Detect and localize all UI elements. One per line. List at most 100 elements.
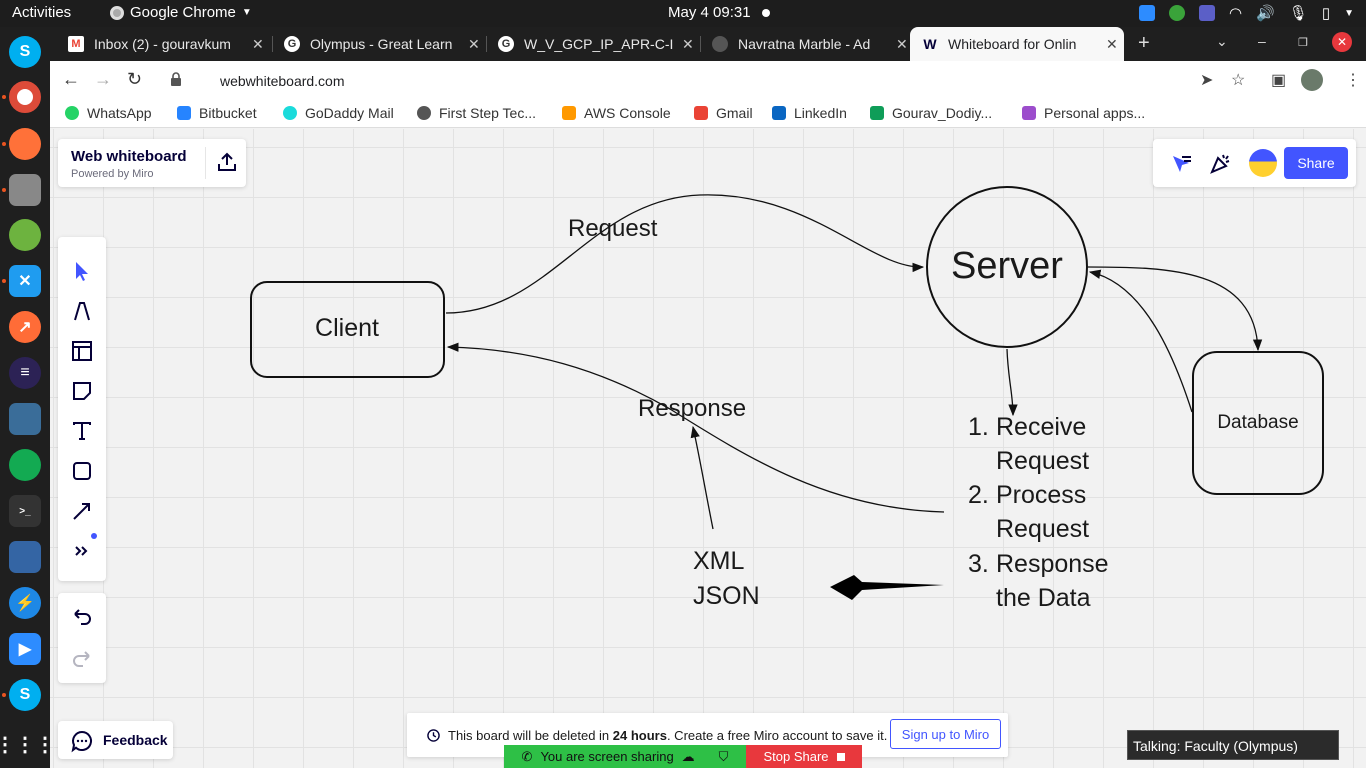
system-top-bar: Activities Google Chrome ▼ May 4 09:31 ◠… (0, 0, 1366, 27)
tab-navratna[interactable]: Navratna Marble - Ad ✕ (700, 27, 910, 61)
redo-icon[interactable] (71, 648, 93, 670)
bookmark-label: Gourav_Dodiy... (892, 105, 993, 121)
wifi-icon[interactable]: ◠ (1229, 4, 1242, 22)
activities-button[interactable]: Activities (12, 4, 71, 21)
request-arrow[interactable] (445, 194, 925, 314)
zoom-tray-icon[interactable] (1139, 5, 1155, 21)
arrow-connector-icon[interactable] (70, 499, 94, 523)
close-icon[interactable]: ✕ (682, 36, 694, 53)
system-tray[interactable]: ◠ 🔊 🎙 ▯ ▼ (1139, 4, 1354, 22)
terminal-icon[interactable]: >_ (9, 495, 41, 527)
signup-button[interactable]: Sign up to Miro (890, 719, 1001, 749)
close-icon[interactable]: ✕ (896, 36, 908, 53)
new-tab-button[interactable]: + (1138, 32, 1150, 55)
close-icon[interactable]: ✕ (1106, 36, 1118, 53)
tab-gcp[interactable]: G W_V_GCP_IP_APR-C-I ✕ (486, 27, 696, 61)
chevron-down-icon[interactable]: ▼ (1344, 8, 1354, 19)
thick-left-arrow[interactable] (830, 575, 944, 600)
shape-icon[interactable] (70, 459, 94, 483)
sticky-note-icon[interactable] (70, 379, 94, 403)
show-apps-icon[interactable]: ⋮⋮⋮ (0, 728, 55, 760)
select-cursor-icon[interactable] (70, 259, 94, 283)
google-icon: G (284, 36, 300, 52)
text-icon[interactable] (70, 419, 94, 443)
close-icon[interactable]: ✕ (252, 36, 264, 53)
tab-search-icon[interactable]: ⌄ (1216, 33, 1228, 50)
share-button[interactable]: Share (1284, 147, 1348, 179)
close-window-button[interactable]: ✕ (1332, 32, 1352, 52)
bookmark-star-icon[interactable]: ☆ (1231, 70, 1245, 90)
undo-icon[interactable] (71, 606, 93, 628)
screen-sharing-status: ✆ You are screen sharing ☁ ⛉ (504, 745, 746, 768)
tab-olympus[interactable]: G Olympus - Great Learn ✕ (272, 27, 482, 61)
frame-template-icon[interactable] (70, 339, 94, 363)
bookmark-godaddy[interactable]: GoDaddy Mail (283, 105, 394, 121)
google-icon: G (498, 36, 514, 52)
bookmark-gourav[interactable]: Gourav_Dodiy... (870, 105, 992, 121)
files-icon[interactable] (9, 174, 41, 206)
forward-button[interactable]: → (94, 69, 112, 90)
clock[interactable]: May 4 09:31 (668, 4, 751, 21)
maximize-button[interactable]: ❐ (1298, 36, 1308, 49)
spring-icon[interactable] (9, 219, 41, 251)
app-menu[interactable]: Google Chrome ▼ (110, 4, 252, 21)
eclipse-icon[interactable]: ≡ (9, 357, 41, 389)
more-menu-icon[interactable]: ⋮ (1345, 70, 1361, 90)
celebrate-icon[interactable] (1209, 151, 1233, 175)
lightning-app-icon[interactable]: ⚡ (9, 587, 41, 619)
bookmark-label: GoDaddy Mail (305, 105, 394, 121)
bookmark-gmail[interactable]: Gmail (694, 105, 753, 121)
microphone-icon[interactable]: 🎙 (1289, 4, 1308, 22)
update-tray-icon[interactable] (1169, 5, 1185, 21)
side-panel-icon[interactable]: ▣ (1271, 70, 1286, 90)
bookmark-linkedin[interactable]: LinkedIn (772, 105, 847, 121)
whiteboard-canvas[interactable]: Client Server Database Request Response … (50, 129, 1366, 768)
remote-desktop-icon[interactable] (9, 541, 41, 573)
server-to-steps-arrow[interactable] (1006, 348, 1018, 417)
bookmark-aws[interactable]: AWS Console (562, 105, 671, 121)
tab-inbox[interactable]: M Inbox (2) - gouravkum ✕ (56, 27, 266, 61)
postman-icon[interactable]: ↗ (9, 311, 41, 343)
reload-button[interactable]: ↻ (127, 69, 142, 90)
bookmark-personal-apps[interactable]: Personal apps... (1022, 105, 1145, 121)
chevron-down-icon: ▼ (241, 7, 252, 18)
chrome-small-icon (110, 5, 124, 20)
response-arrow[interactable] (446, 342, 945, 513)
vscode-icon[interactable]: ✕ (9, 265, 41, 297)
close-icon[interactable]: ✕ (468, 36, 480, 53)
cursor-filter-icon[interactable] (1170, 153, 1192, 175)
tab-whiteboard[interactable]: W Whiteboard for Onlin ✕ (910, 27, 1124, 61)
feedback-button[interactable]: Feedback (58, 721, 173, 759)
user-avatar[interactable] (1249, 149, 1277, 177)
teams-tray-icon[interactable] (1199, 5, 1215, 21)
skype-icon[interactable]: S (9, 36, 41, 68)
database-to-server-arrow[interactable] (1088, 269, 1193, 413)
bookmark-whatsapp[interactable]: WhatsApp (65, 105, 152, 121)
bookmark-bitbucket[interactable]: Bitbucket (177, 105, 257, 121)
more-tools-icon[interactable] (70, 539, 94, 563)
pen-icon[interactable] (70, 299, 94, 323)
mongodb-icon[interactable] (9, 449, 41, 481)
skype-icon-2[interactable]: S (9, 679, 41, 711)
diagram[interactable]: Client Server Database Request Response … (50, 129, 1366, 768)
battery-icon[interactable]: ▯ (1322, 4, 1330, 22)
bookmark-first-step[interactable]: First Step Tec... (417, 105, 536, 121)
firefox-icon[interactable] (9, 128, 41, 160)
stop-share-button[interactable]: Stop Share (746, 745, 862, 768)
minimize-button[interactable]: – (1258, 33, 1266, 49)
volume-icon[interactable]: 🔊 (1256, 4, 1275, 22)
board-title[interactable]: Web whiteboard (71, 148, 187, 165)
send-icon[interactable]: ➤ (1200, 70, 1213, 90)
address-bar[interactable]: webwhiteboard.com (160, 64, 1260, 96)
notice-text: This board will be deleted in 24 hours. … (448, 728, 888, 743)
steps-list[interactable]: 1. Receive Request 2. Process Request 3.… (968, 413, 1109, 612)
chrome-icon[interactable] (9, 81, 41, 113)
export-icon[interactable] (216, 151, 238, 173)
format-arrow[interactable] (690, 425, 714, 530)
mysql-workbench-icon[interactable] (9, 403, 41, 435)
running-indicator (2, 693, 6, 697)
zoom-icon[interactable]: ▶ (9, 633, 41, 665)
profile-avatar[interactable] (1301, 69, 1323, 91)
back-button[interactable]: ← (62, 69, 80, 90)
server-to-database-arrow[interactable] (1087, 266, 1263, 352)
